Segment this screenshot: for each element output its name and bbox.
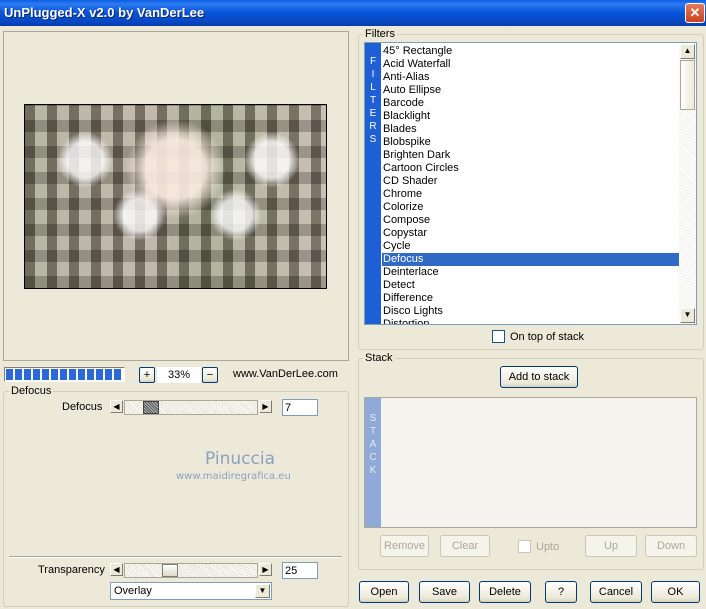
defocus-slider-thumb[interactable] xyxy=(143,401,159,414)
watermark-url: www.maidiregrafica.eu xyxy=(176,471,291,482)
filters-scroll-thumb[interactable] xyxy=(680,60,695,110)
zoom-level: 33% xyxy=(157,367,201,383)
website-link[interactable]: www.VanDerLee.com xyxy=(233,368,338,380)
ok-button[interactable]: OK xyxy=(651,581,700,603)
defocus-value-input[interactable] xyxy=(282,399,318,416)
filter-list-item[interactable]: Distortion xyxy=(382,318,680,324)
chevron-down-icon: ▼ xyxy=(258,586,267,595)
plus-icon: + xyxy=(143,369,151,381)
add-to-stack-button[interactable]: Add to stack xyxy=(500,366,578,388)
filters-items: 45° Rectangle Acid Waterfall Anti-Alias Aut… xyxy=(382,45,680,324)
upto-label: Upto xyxy=(536,541,560,553)
zoom-in-button[interactable]: + xyxy=(139,367,155,383)
remove-button[interactable]: Remove xyxy=(380,535,429,557)
filters-side-strip: FILTERS xyxy=(365,43,381,324)
close-button[interactable]: ✕ xyxy=(685,3,705,23)
filters-scrollbar[interactable]: ▲ ▼ xyxy=(679,43,696,324)
stack-side-label: STACK xyxy=(369,413,377,476)
filters-side-label: FILTERS xyxy=(369,56,377,145)
filter-list-item[interactable]: Cartoon Circles xyxy=(382,162,680,175)
filter-list-item[interactable]: Detect xyxy=(382,279,680,292)
down-button[interactable]: Down xyxy=(645,535,697,557)
filter-list-item[interactable]: Acid Waterfall xyxy=(382,58,680,71)
upto-checkbox[interactable] xyxy=(518,540,531,553)
open-button[interactable]: Open xyxy=(359,581,409,603)
blend-mode-select[interactable]: Overlay ▼ xyxy=(110,582,272,600)
watermark-name: Pinuccia xyxy=(205,449,275,469)
blend-mode-dropdown-button[interactable]: ▼ xyxy=(255,584,270,598)
filters-list: FILTERS 45° Rectangle Acid Waterfall Anti-… xyxy=(364,42,697,325)
window-title: UnPlugged-X v2.0 by VanDerLee xyxy=(4,5,205,20)
filter-list-item[interactable]: Copystar xyxy=(382,227,680,240)
chevron-down-icon: ▼ xyxy=(683,310,692,319)
defocus-param-label: Defocus xyxy=(62,401,103,413)
transparency-divider xyxy=(9,556,342,558)
filter-list-item[interactable]: Deinterlace xyxy=(382,266,680,279)
filters-group-label: Filters xyxy=(363,28,397,40)
on-top-of-stack-checkbox[interactable] xyxy=(492,330,505,343)
help-button[interactable]: ? xyxy=(545,581,577,603)
close-icon: ✕ xyxy=(689,5,701,20)
filter-list-item[interactable]: Brighten Dark xyxy=(382,149,680,162)
up-button[interactable]: Up xyxy=(585,535,637,557)
clear-button[interactable]: Clear xyxy=(440,535,490,557)
filter-list-item[interactable]: Auto Ellipse xyxy=(382,84,680,97)
filter-list-item[interactable]: Colorize xyxy=(382,201,680,214)
filter-list-item[interactable]: 45° Rectangle xyxy=(382,45,680,58)
transparency-slider-right-arrow[interactable]: ▶ xyxy=(259,563,272,576)
blend-mode-value: Overlay xyxy=(114,585,152,597)
filter-list-item[interactable]: Difference xyxy=(382,292,680,305)
filter-list-item[interactable]: Blades xyxy=(382,123,680,136)
transparency-value-input[interactable] xyxy=(282,562,318,579)
zoom-out-button[interactable]: − xyxy=(202,367,218,383)
filter-list-item[interactable]: Chrome xyxy=(382,188,680,201)
filter-list-item[interactable]: Defocus xyxy=(382,253,680,266)
filter-settings-label: Defocus xyxy=(9,385,54,397)
filters-scroll-down[interactable]: ▼ xyxy=(680,308,695,323)
transparency-label: Transparency xyxy=(38,564,105,576)
preview-panel xyxy=(3,31,349,361)
title-bar: UnPlugged-X v2.0 by VanDerLee ✕ xyxy=(0,0,706,26)
defocus-slider-right-arrow[interactable]: ▶ xyxy=(259,400,272,413)
chevron-up-icon: ▲ xyxy=(683,46,692,55)
filter-list-item[interactable]: Blacklight xyxy=(382,110,680,123)
filter-list-item[interactable]: Blobspike xyxy=(382,136,680,149)
filters-scroll-up[interactable]: ▲ xyxy=(680,44,695,59)
progress-bar xyxy=(4,367,125,382)
cancel-button[interactable]: Cancel xyxy=(590,581,642,603)
minus-icon: − xyxy=(206,369,214,381)
filter-list-item[interactable]: Anti-Alias xyxy=(382,71,680,84)
delete-button[interactable]: Delete xyxy=(479,581,531,603)
progress-fill xyxy=(6,369,123,380)
filter-list-item[interactable]: Disco Lights xyxy=(382,305,680,318)
stack-list: STACK xyxy=(364,397,697,528)
defocus-slider-track[interactable] xyxy=(124,400,258,415)
defocus-slider-left-arrow[interactable]: ◀ xyxy=(110,400,123,413)
transparency-slider-thumb[interactable] xyxy=(162,564,178,577)
save-button[interactable]: Save xyxy=(419,581,470,603)
filter-list-item[interactable]: Barcode xyxy=(382,97,680,110)
transparency-slider-left-arrow[interactable]: ◀ xyxy=(110,563,123,576)
on-top-of-stack-label: On top of stack xyxy=(510,331,584,343)
transparency-slider-track[interactable] xyxy=(124,563,258,578)
stack-group-label: Stack xyxy=(363,352,395,364)
filter-list-item[interactable]: Compose xyxy=(382,214,680,227)
preview-image[interactable] xyxy=(24,104,327,289)
stack-side-strip: STACK xyxy=(365,398,381,527)
filter-list-item[interactable]: CD Shader xyxy=(382,175,680,188)
filter-list-item[interactable]: Cycle xyxy=(382,240,680,253)
